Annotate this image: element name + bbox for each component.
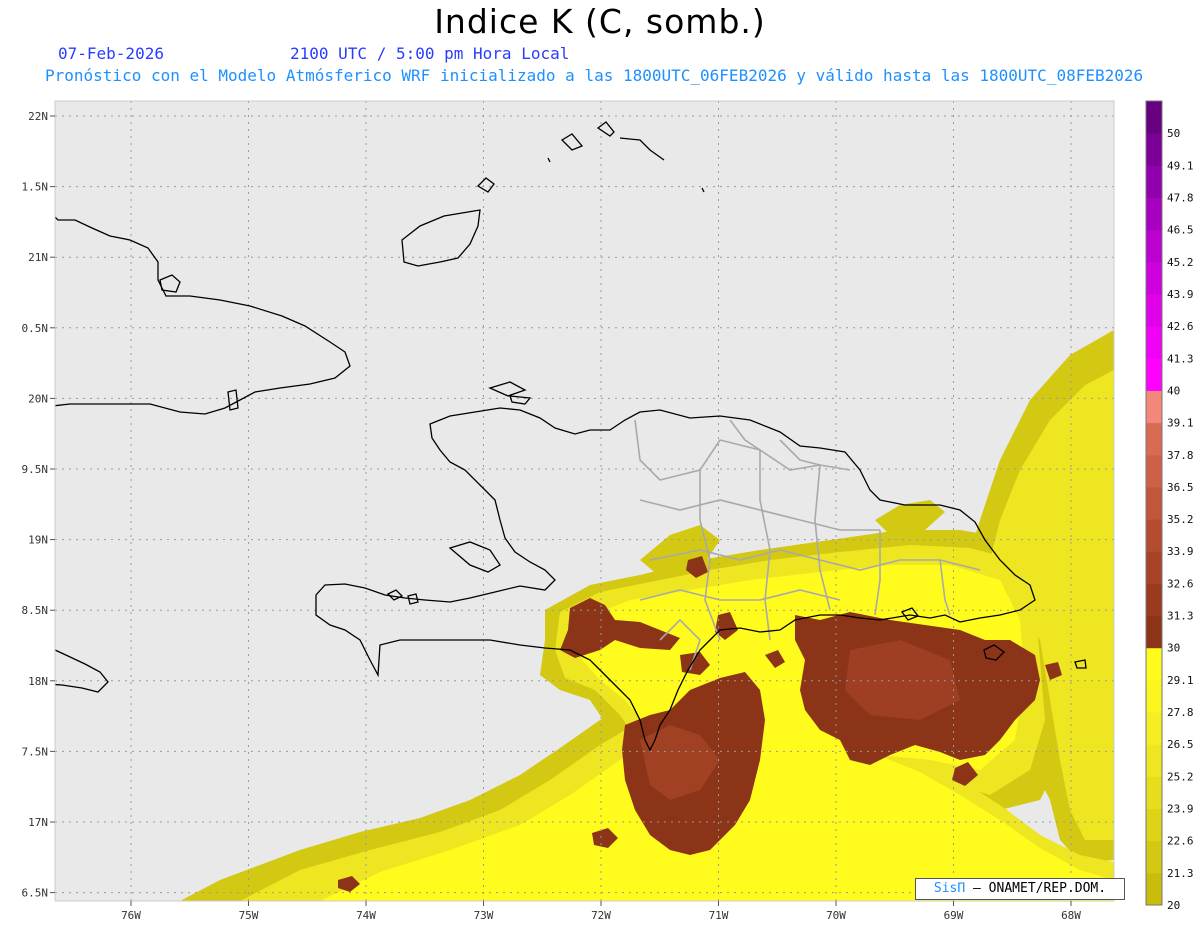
- lon-tick-label: 73W: [474, 909, 494, 922]
- colorbar-label: 31.3: [1167, 610, 1194, 623]
- colorbar-label: 50: [1167, 127, 1180, 140]
- lat-tick-label: 22N: [28, 110, 48, 123]
- colorbar-label: 47.8: [1167, 191, 1194, 204]
- lon-tick-label: 71W: [709, 909, 729, 922]
- colorbar-swatch: [1146, 776, 1162, 810]
- colorbar-swatch: [1146, 519, 1162, 552]
- lon-tick-label: 76W: [121, 909, 141, 922]
- colorbar-label: 39.1: [1167, 417, 1194, 430]
- colorbar-swatch: [1146, 808, 1162, 842]
- lon-tick-label: 74W: [356, 909, 376, 922]
- colorbar: 20 21.3 22.6 23.9 25.2 26.5 27.8 29.1 30 31.3 32.6…: [1145, 100, 1194, 912]
- colorbar-label: 36.5: [1167, 481, 1194, 494]
- lat-tick-label: 1.5N: [22, 181, 49, 194]
- colorbar-label: 27.8: [1167, 706, 1194, 719]
- colorbar-label: 40: [1167, 384, 1180, 397]
- colorbar-label: 20: [1167, 899, 1180, 912]
- lat-tick-label: 7.5N: [22, 745, 49, 758]
- colorbar-label: 37.8: [1167, 449, 1194, 462]
- credit-box: SisΠ – ONAMET/REP.DOM.: [915, 878, 1125, 900]
- colorbar-label: 33.9: [1167, 545, 1194, 558]
- lat-tick-label: 21N: [28, 251, 48, 264]
- colorbar-label: 42.6: [1167, 320, 1194, 333]
- colorbar-swatch: [1146, 486, 1162, 520]
- colorbar-swatch: [1146, 615, 1162, 649]
- colorbar-swatch: [1146, 551, 1162, 584]
- lat-tick-label: 18N: [28, 675, 48, 688]
- colorbar-swatch: [1146, 390, 1162, 424]
- lon-tick-label: 69W: [944, 909, 964, 922]
- colorbar-swatch: [1146, 712, 1162, 745]
- colorbar-label: 25.2: [1167, 770, 1194, 783]
- k-index-map: 22N 1.5N 21N 0.5N 20N 9.5N 19N 8.5N 18N 7.5N 17N 6.…: [22, 100, 1194, 922]
- lon-tick-label: 72W: [591, 909, 611, 922]
- colorbar-label: 46.5: [1167, 224, 1194, 237]
- colorbar-label: 26.5: [1167, 738, 1194, 751]
- credit-text: – ONAMET/REP.DOM.: [965, 881, 1107, 896]
- colorbar-swatch: [1146, 229, 1162, 263]
- colorbar-swatch: [1146, 261, 1162, 295]
- colorbar-swatch: [1146, 101, 1162, 134]
- colorbar-label: 22.6: [1167, 835, 1194, 848]
- longitude-labels: 76W 75W 74W 73W 72W 71W 70W 69W 68W: [121, 901, 1081, 922]
- colorbar-swatch: [1146, 133, 1162, 166]
- lon-tick-label: 70W: [826, 909, 846, 922]
- latitude-labels: 22N 1.5N 21N 0.5N 20N 9.5N 19N 8.5N 18N 7.5N 17N 6.…: [22, 110, 55, 900]
- colorbar-swatch: [1146, 358, 1162, 391]
- colorbar-swatch: [1146, 679, 1162, 713]
- colorbar-label: 32.6: [1167, 577, 1194, 590]
- lon-tick-label: 75W: [239, 909, 259, 922]
- colorbar-label: 49.1: [1167, 159, 1194, 172]
- lon-tick-label: 68W: [1061, 909, 1081, 922]
- colorbar-label: 23.9: [1167, 803, 1194, 816]
- lat-tick-label: 19N: [28, 534, 48, 547]
- colorbar-swatch: [1146, 583, 1162, 617]
- colorbar-swatch: [1146, 744, 1162, 777]
- colorbar-label: 29.1: [1167, 674, 1194, 687]
- lat-tick-label: 6.5N: [22, 887, 49, 900]
- credit-brand: SisΠ: [933, 881, 966, 896]
- colorbar-label: 41.3: [1167, 352, 1194, 365]
- colorbar-swatch: [1146, 422, 1162, 456]
- colorbar-swatch: [1146, 165, 1162, 198]
- colorbar-swatch: [1146, 326, 1162, 359]
- colorbar-label: 45.2: [1167, 256, 1194, 269]
- colorbar-swatch: [1146, 454, 1162, 488]
- colorbar-swatch: [1146, 197, 1162, 231]
- colorbar-swatch: [1146, 293, 1162, 327]
- lat-tick-label: 0.5N: [22, 322, 49, 335]
- colorbar-swatch: [1146, 840, 1162, 874]
- colorbar-label: 43.9: [1167, 288, 1194, 301]
- colorbar-label: 30: [1167, 642, 1180, 655]
- lat-tick-label: 20N: [28, 392, 48, 405]
- lat-tick-label: 9.5N: [22, 463, 49, 476]
- lat-tick-label: 17N: [28, 816, 48, 829]
- colorbar-swatch: [1146, 872, 1162, 906]
- lat-tick-label: 8.5N: [22, 604, 49, 617]
- colorbar-label: 35.2: [1167, 513, 1194, 526]
- colorbar-label: 21.3: [1167, 867, 1194, 880]
- colorbar-swatch: [1146, 647, 1162, 681]
